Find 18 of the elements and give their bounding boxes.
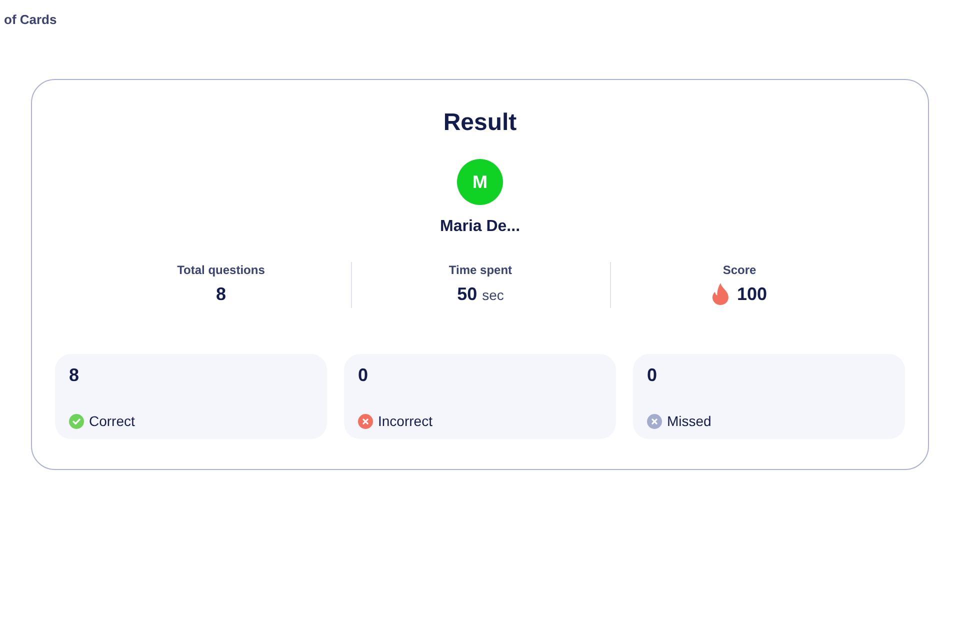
tally-count: 0 (647, 364, 658, 387)
stat-label: Time spent (448, 262, 512, 278)
tally-label: Missed (667, 412, 712, 431)
stat-value: 50 (457, 283, 478, 306)
page-title: of Cards (4, 11, 57, 29)
stat-value: 100 (736, 283, 768, 306)
user-name: Maria De... (440, 217, 520, 237)
avatar: M (457, 159, 503, 205)
stat-label: Score (722, 262, 756, 278)
tally-label: Correct (89, 412, 135, 431)
flame-icon (712, 283, 729, 305)
tally-count: 8 (69, 364, 80, 387)
tally-label: Incorrect (378, 412, 432, 431)
stat-value: 8 (216, 283, 226, 306)
result-title: Result (443, 108, 517, 138)
stat-label: Total questions (177, 262, 265, 278)
tally-count: 0 (358, 364, 368, 387)
stat-unit: sec (482, 286, 504, 305)
